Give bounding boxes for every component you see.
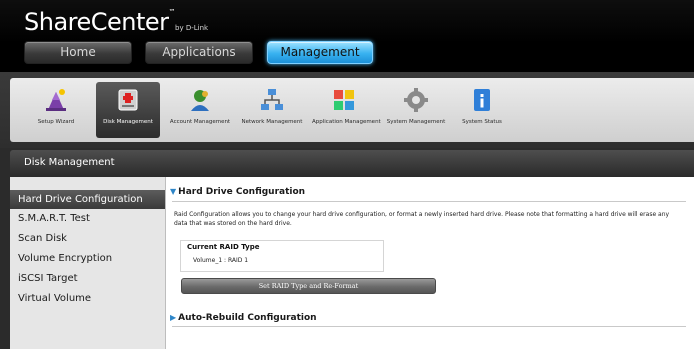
tab-applications[interactable]: Applications: [145, 41, 253, 64]
sidebar-item-smart-test[interactable]: S.M.A.R.T. Test: [10, 209, 165, 228]
hard-drive-configuration-header[interactable]: ▼ Hard Drive Configuration: [170, 187, 305, 197]
app-header: ShareCenter™by D-Link Home Applications …: [0, 0, 694, 72]
toolbar-setup-wizard[interactable]: Setup Wizard: [24, 82, 88, 138]
logo-by-dlink: by D-Link: [175, 24, 209, 32]
toolbar-network-management-label: Network Management: [241, 119, 303, 125]
sidebar-item-virtual-volume[interactable]: Virtual Volume: [10, 289, 165, 308]
logo-trademark: ™: [168, 8, 176, 16]
section-divider: [172, 201, 686, 202]
toolbar-system-management-label: System Management: [386, 119, 446, 125]
toolbar-account-management[interactable]: Account Management: [168, 82, 232, 138]
disk-management-icon: [118, 89, 138, 111]
page-title: Disk Management: [24, 157, 115, 168]
toolbar-disk-management-label: Disk Management: [96, 119, 160, 126]
set-raid-type-button[interactable]: Set RAID Type and Re-Format: [181, 278, 436, 294]
wizard-icon: [46, 89, 66, 111]
network-management-icon: [261, 89, 283, 110]
account-management-icon: [191, 90, 209, 111]
toolbar-system-status-label: System Status: [462, 119, 502, 125]
management-toolbar: Setup Wizard Disk Management Account Man…: [0, 72, 694, 148]
toolbar-system-status[interactable]: System Status: [450, 82, 514, 138]
toolbar-network-management[interactable]: Network Management: [240, 82, 304, 138]
system-status-icon: [474, 89, 490, 111]
disk-management-label-text: Disk Management: [103, 119, 153, 125]
toolbar-setup-wizard-label: Setup Wizard: [37, 119, 75, 125]
section-divider-2: [172, 326, 686, 327]
logo-text: ShareCenter: [24, 8, 169, 36]
tab-management[interactable]: Management: [267, 41, 373, 64]
toolbar-panel: Setup Wizard Disk Management Account Man…: [10, 78, 694, 142]
raid-description: Raid Configuration allows you to change …: [174, 211, 670, 227]
tab-home[interactable]: Home: [24, 41, 132, 64]
sidebar-item-hard-drive-configuration[interactable]: Hard Drive Configuration: [10, 190, 165, 209]
sidebar-item-iscsi-target[interactable]: iSCSI Target: [10, 269, 165, 288]
toolbar-disk-management[interactable]: Disk Management: [96, 82, 160, 138]
system-management-icon: [404, 88, 428, 112]
toolbar-application-management-label: Application Management: [312, 119, 381, 125]
section-title-bar: Disk Management: [0, 148, 694, 177]
toolbar-system-management[interactable]: System Management: [384, 82, 448, 138]
sidebar-item-volume-encryption[interactable]: Volume Encryption: [10, 249, 165, 268]
sidebar: Hard Drive Configuration S.M.A.R.T. Test…: [10, 177, 166, 349]
sidebar-item-scan-disk[interactable]: Scan Disk: [10, 229, 165, 248]
current-raid-label: Current RAID Type: [187, 243, 260, 251]
content-panel: ▼ Hard Drive Configuration Raid Configura…: [166, 177, 694, 349]
current-raid-box: Current RAID Type Volume_1 : RAID 1: [180, 240, 384, 272]
current-raid-value: Volume_1 : RAID 1: [193, 257, 249, 264]
main-body: Hard Drive Configuration S.M.A.R.T. Test…: [0, 177, 694, 349]
collapse-arrow-icon: ▼: [170, 187, 177, 196]
toolbar-application-management[interactable]: Application Management: [312, 82, 381, 138]
auto-rebuild-configuration-header[interactable]: ▶ Auto-Rebuild Configuration: [170, 313, 317, 323]
expand-arrow-icon: ▶: [170, 313, 177, 322]
toolbar-account-management-label: Account Management: [169, 119, 231, 125]
section-title-panel: Disk Management: [10, 150, 694, 177]
auto-rebuild-configuration-title: Auto-Rebuild Configuration: [178, 313, 317, 323]
sharecenter-logo: ShareCenter™ by D-Link: [24, 8, 208, 36]
hard-drive-configuration-title: Hard Drive Configuration: [178, 187, 306, 197]
application-management-icon: [334, 90, 354, 110]
